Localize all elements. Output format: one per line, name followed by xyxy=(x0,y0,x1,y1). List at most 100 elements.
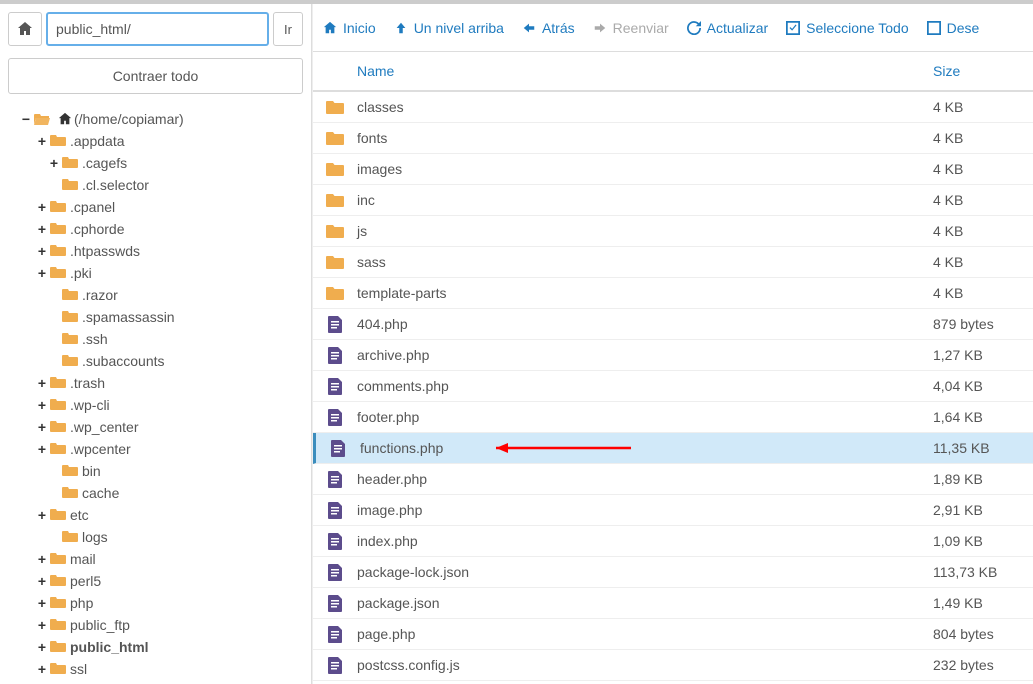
expander[interactable]: + xyxy=(36,639,48,655)
tree-node-ssl[interactable]: +ssl xyxy=(0,658,311,680)
tree-node-wpcli[interactable]: +.wp-cli xyxy=(0,394,311,416)
tree-node-bin[interactable]: +bin xyxy=(0,460,311,482)
file-row[interactable]: index.php1,09 KB xyxy=(313,526,1033,557)
file-icon xyxy=(313,562,357,582)
tree-node-htpasswds[interactable]: +.htpasswds xyxy=(0,240,311,262)
expander[interactable]: + xyxy=(36,397,48,413)
file-row[interactable]: package-lock.json113,73 KB xyxy=(313,557,1033,588)
tree-node-clselector[interactable]: +.cl.selector xyxy=(0,174,311,196)
expander[interactable]: + xyxy=(36,661,48,677)
tree-node-pki[interactable]: +.pki xyxy=(0,262,311,284)
tree-label: etc xyxy=(70,507,89,523)
column-name[interactable]: Name xyxy=(313,63,933,79)
tree-node-wpcenter[interactable]: +.wp_center xyxy=(0,416,311,438)
toolbar-back[interactable]: Atrás xyxy=(522,20,575,36)
tree-node-logs[interactable]: +logs xyxy=(0,526,311,548)
tree-node-cphorde[interactable]: + .cphorde xyxy=(0,218,311,240)
tree-node-appdata[interactable]: +.appdata xyxy=(0,130,311,152)
tree-label: .cagefs xyxy=(82,155,127,171)
file-name: classes xyxy=(357,99,933,115)
expander[interactable]: + xyxy=(36,199,48,215)
expander-minus[interactable]: − xyxy=(20,111,32,127)
folder-icon xyxy=(48,661,70,678)
tree-label: .razor xyxy=(82,287,118,303)
tree-node-publicftp[interactable]: +public_ftp xyxy=(0,614,311,636)
tree-label: mail xyxy=(70,551,96,567)
tree-node-perl5[interactable]: +perl5 xyxy=(0,570,311,592)
file-row[interactable]: js4 KB xyxy=(313,216,1033,247)
expander[interactable]: + xyxy=(36,133,48,149)
expander[interactable]: + xyxy=(36,221,48,237)
tree-node-publichtml[interactable]: +public_html xyxy=(0,636,311,658)
expander[interactable]: + xyxy=(36,265,48,281)
tree-label: .trash xyxy=(70,375,105,391)
path-input[interactable] xyxy=(46,12,269,46)
file-row[interactable]: page.php804 bytes xyxy=(313,619,1033,650)
expander[interactable]: + xyxy=(36,573,48,589)
file-row[interactable]: postcss.config.js232 bytes xyxy=(313,650,1033,681)
tree-node-subaccounts[interactable]: +.subaccounts xyxy=(0,350,311,372)
file-row[interactable]: inc4 KB xyxy=(313,185,1033,216)
expander[interactable]: + xyxy=(36,419,48,435)
file-row[interactable]: classes4 KB xyxy=(313,92,1033,123)
file-row[interactable]: comments.php4,04 KB xyxy=(313,371,1033,402)
tree-label: .cphorde xyxy=(70,221,124,237)
tree-node-wpcenter[interactable]: +.wpcenter xyxy=(0,438,311,460)
file-icon xyxy=(313,593,357,613)
toolbar-deselect[interactable]: Dese xyxy=(927,20,980,36)
collapse-all-button[interactable]: Contraer todo xyxy=(8,58,303,94)
tree-node-spamassassin[interactable]: +.spamassassin xyxy=(0,306,311,328)
expander[interactable]: + xyxy=(36,441,48,457)
toolbar-refresh[interactable]: Actualizar xyxy=(687,20,768,36)
expander[interactable]: + xyxy=(36,595,48,611)
file-row[interactable]: header.php1,89 KB xyxy=(313,464,1033,495)
folder-icon xyxy=(48,639,70,656)
expander[interactable]: + xyxy=(36,375,48,391)
file-row[interactable]: template-parts4 KB xyxy=(313,278,1033,309)
file-icon xyxy=(313,345,357,365)
toolbar-select-all[interactable]: Seleccione Todo xyxy=(786,20,908,36)
tree-node-ssh[interactable]: +.ssh xyxy=(0,328,311,350)
home-button[interactable] xyxy=(8,12,42,46)
toolbar-up[interactable]: Un nivel arriba xyxy=(394,20,504,36)
file-size: 11,35 KB xyxy=(933,440,1033,456)
file-row[interactable]: archive.php1,27 KB xyxy=(313,340,1033,371)
tree-node-cpanel[interactable]: +.cpanel xyxy=(0,196,311,218)
file-row[interactable]: sass4 KB xyxy=(313,247,1033,278)
file-row[interactable]: fonts4 KB xyxy=(313,123,1033,154)
file-row[interactable]: image.php2,91 KB xyxy=(313,495,1033,526)
folder-tree[interactable]: − (/home/copiamar) +.appdata+.cagefs+.cl… xyxy=(0,104,311,684)
tree-node-trash[interactable]: + .trash xyxy=(0,372,311,394)
tree-node-cache[interactable]: +cache xyxy=(0,482,311,504)
file-size: 2,91 KB xyxy=(933,502,1033,518)
folder-icon xyxy=(60,463,82,480)
column-size[interactable]: Size xyxy=(933,63,1033,79)
file-name: image.php xyxy=(357,502,933,518)
tree-node-razor[interactable]: +.razor xyxy=(0,284,311,306)
toolbar-inicio[interactable]: Inicio xyxy=(323,20,376,36)
tree-node-cagefs[interactable]: + .cagefs xyxy=(0,152,311,174)
tree-node-php[interactable]: +php xyxy=(0,592,311,614)
file-row[interactable]: 404.php879 bytes xyxy=(313,309,1033,340)
expander[interactable]: + xyxy=(36,617,48,633)
expander[interactable]: + xyxy=(36,551,48,567)
file-row[interactable]: package.json1,49 KB xyxy=(313,588,1033,619)
file-name: package.json xyxy=(357,595,933,611)
file-row[interactable]: footer.php1,64 KB xyxy=(313,402,1033,433)
tree-node-mail[interactable]: + mail xyxy=(0,548,311,570)
tree-node-etc[interactable]: + etc xyxy=(0,504,311,526)
folder-icon xyxy=(48,617,70,634)
file-name: archive.php xyxy=(357,347,933,363)
file-size: 1,27 KB xyxy=(933,347,1033,363)
file-row[interactable]: images4 KB xyxy=(313,154,1033,185)
file-row[interactable]: functions.php11,35 KB xyxy=(313,433,1033,464)
go-button[interactable]: Ir xyxy=(273,12,303,46)
folder-icon xyxy=(48,441,70,458)
file-list[interactable]: classes4 KBfonts4 KBimages4 KBinc4 KBjs4… xyxy=(313,92,1033,684)
tree-root[interactable]: − (/home/copiamar) xyxy=(0,108,311,130)
file-size: 804 bytes xyxy=(933,626,1033,642)
folder-icon xyxy=(60,155,82,172)
expander[interactable]: + xyxy=(48,155,60,171)
expander[interactable]: + xyxy=(36,507,48,523)
expander[interactable]: + xyxy=(36,243,48,259)
